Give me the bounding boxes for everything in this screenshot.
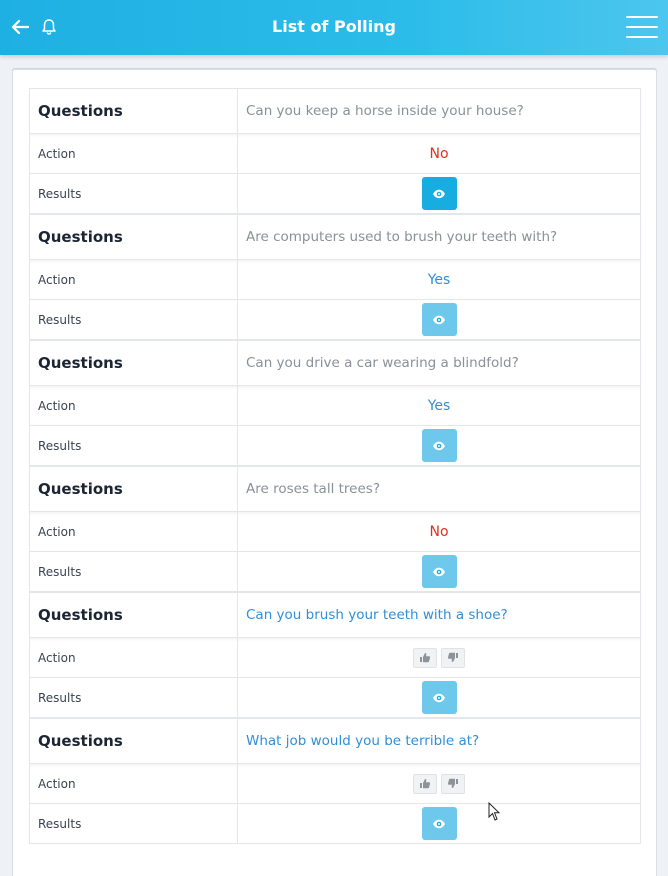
polling-table: Questions Can you keep a horse inside yo…	[29, 88, 641, 844]
question-text: Can you keep a horse inside your house?	[246, 103, 524, 119]
results-cell	[238, 426, 640, 465]
question-text: Are roses tall trees?	[246, 481, 380, 497]
results-cell	[238, 174, 640, 213]
table-row: Results	[29, 300, 641, 340]
page-title: List of Polling	[272, 17, 396, 36]
table-row: Results	[29, 804, 641, 844]
table-row: Questions What job would you be terrible…	[29, 718, 641, 764]
action-label: Action	[30, 134, 238, 173]
question-text[interactable]: Can you brush your teeth with a shoe?	[238, 593, 640, 637]
view-results-button[interactable]	[421, 429, 457, 462]
question-text: Can you drive a car wearing a blindfold?	[246, 355, 519, 371]
table-row: Action Yes	[29, 386, 641, 426]
app-header: List of Polling	[0, 0, 668, 55]
table-row: Results	[29, 426, 641, 466]
table-row: Action	[29, 638, 641, 678]
view-results-button[interactable]	[421, 807, 457, 840]
table-row: Questions Are computers used to brush yo…	[29, 214, 641, 260]
action-cell: Yes	[238, 260, 640, 299]
table-row: Action Yes	[29, 260, 641, 300]
table-row: Results	[29, 552, 641, 592]
table-row: Action No	[29, 512, 641, 552]
mouse-cursor-icon	[488, 802, 501, 821]
poll-group: Questions Are roses tall trees? Action N…	[29, 466, 641, 592]
action-answer: Yes	[427, 271, 451, 288]
action-label: Action	[30, 638, 238, 677]
table-row: Results	[29, 174, 641, 214]
polling-card: Questions Can you keep a horse inside yo…	[12, 69, 657, 876]
results-label: Results	[30, 426, 238, 465]
results-label: Results	[30, 804, 238, 843]
action-cell: Yes	[238, 386, 640, 425]
action-answer: No	[429, 145, 449, 162]
action-answer: No	[429, 523, 449, 540]
view-results-button[interactable]	[421, 555, 457, 588]
eye-icon	[433, 693, 445, 702]
questions-label: Questions	[30, 467, 238, 511]
poll-group: Questions Can you drive a car wearing a …	[29, 340, 641, 466]
action-label: Action	[30, 260, 238, 299]
eye-icon	[433, 315, 445, 324]
eye-icon	[433, 441, 445, 450]
action-cell: No	[238, 134, 640, 173]
table-row: Questions Can you drive a car wearing a …	[29, 340, 641, 386]
questions-label: Questions	[30, 341, 238, 385]
question-text[interactable]: What job would you be terrible at?	[238, 719, 640, 763]
poll-group: Questions Can you brush your teeth with …	[29, 592, 641, 718]
action-cell	[238, 638, 640, 677]
results-label: Results	[30, 552, 238, 591]
action-label: Action	[30, 386, 238, 425]
view-results-button[interactable]	[421, 681, 457, 714]
view-results-button[interactable]	[421, 177, 457, 210]
thumbs-down-icon[interactable]	[441, 773, 465, 794]
eye-icon	[433, 189, 445, 198]
poll-group: Questions Can you keep a horse inside yo…	[29, 88, 641, 214]
eye-icon	[433, 819, 445, 828]
table-row: Results	[29, 678, 641, 718]
results-label: Results	[30, 174, 238, 213]
table-row: Questions Are roses tall trees?	[29, 466, 641, 512]
vote-buttons	[413, 773, 465, 794]
results-label: Results	[30, 678, 238, 717]
action-cell: No	[238, 512, 640, 551]
table-row: Action	[29, 764, 641, 804]
questions-label: Questions	[30, 719, 238, 763]
questions-label: Questions	[30, 593, 238, 637]
thumbs-down-icon[interactable]	[441, 647, 465, 668]
eye-icon	[433, 567, 445, 576]
results-label: Results	[30, 300, 238, 339]
poll-group: Questions What job would you be terrible…	[29, 718, 641, 844]
action-answer: Yes	[427, 397, 451, 414]
table-row: Questions Can you brush your teeth with …	[29, 592, 641, 638]
question-text: Are computers used to brush your teeth w…	[246, 229, 558, 245]
action-label: Action	[30, 512, 238, 551]
view-results-button[interactable]	[421, 303, 457, 336]
questions-label: Questions	[30, 89, 238, 133]
table-row: Questions Can you keep a horse inside yo…	[29, 88, 641, 134]
thumbs-up-icon[interactable]	[413, 773, 437, 794]
action-cell	[238, 764, 640, 803]
results-cell	[238, 300, 640, 339]
results-cell	[238, 552, 640, 591]
poll-group: Questions Are computers used to brush yo…	[29, 214, 641, 340]
results-cell	[238, 678, 640, 717]
table-row: Action No	[29, 134, 641, 174]
hamburger-menu-icon[interactable]	[626, 16, 658, 40]
vote-buttons	[413, 647, 465, 668]
thumbs-up-icon[interactable]	[413, 647, 437, 668]
results-cell	[238, 804, 640, 843]
questions-label: Questions	[30, 215, 238, 259]
action-label: Action	[30, 764, 238, 803]
